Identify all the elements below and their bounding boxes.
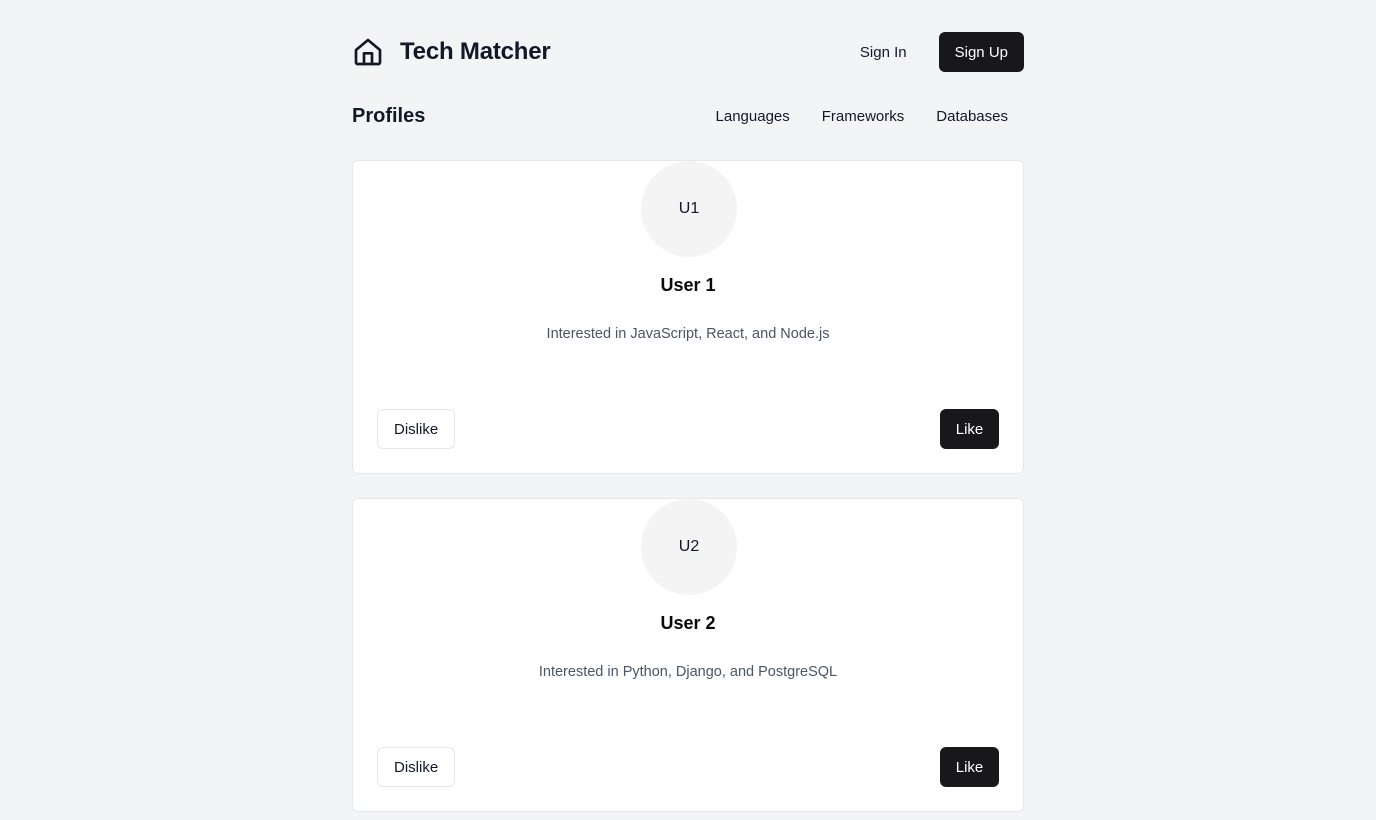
- dislike-button[interactable]: Dislike: [377, 747, 456, 787]
- tab-frameworks[interactable]: Frameworks: [806, 96, 921, 136]
- section-title: Profiles: [352, 104, 426, 127]
- sign-in-button[interactable]: Sign In: [844, 32, 923, 72]
- profile-card: U1 User 1 Interested in JavaScript, Reac…: [352, 160, 1024, 474]
- like-button[interactable]: Like: [940, 409, 999, 449]
- profile-name: User 1: [660, 275, 716, 295]
- app-title: Tech Matcher: [400, 38, 551, 65]
- auth-actions: Sign In Sign Up: [844, 32, 1024, 72]
- avatar: U1: [641, 161, 737, 257]
- sign-up-button[interactable]: Sign Up: [938, 32, 1024, 72]
- profile-card: U2 User 2 Interested in Python, Django, …: [352, 498, 1024, 812]
- home-icon: [354, 38, 382, 66]
- like-button[interactable]: Like: [940, 747, 999, 787]
- profile-bio: Interested in Python, Django, and Postgr…: [538, 664, 838, 680]
- profile-bio: Interested in JavaScript, React, and Nod…: [546, 326, 830, 342]
- tab-languages[interactable]: Languages: [700, 96, 806, 136]
- tab-databases[interactable]: Databases: [920, 96, 1024, 136]
- filter-tabs: Languages Frameworks Databases: [700, 96, 1024, 136]
- section-nav: Profiles Languages Frameworks Databases: [352, 96, 1024, 136]
- top-bar: Tech Matcher Sign In Sign Up: [352, 32, 1024, 72]
- profile-name: User 2: [660, 613, 716, 633]
- brand[interactable]: Tech Matcher: [352, 32, 551, 72]
- avatar: U2: [641, 499, 737, 595]
- dislike-button[interactable]: Dislike: [377, 409, 456, 449]
